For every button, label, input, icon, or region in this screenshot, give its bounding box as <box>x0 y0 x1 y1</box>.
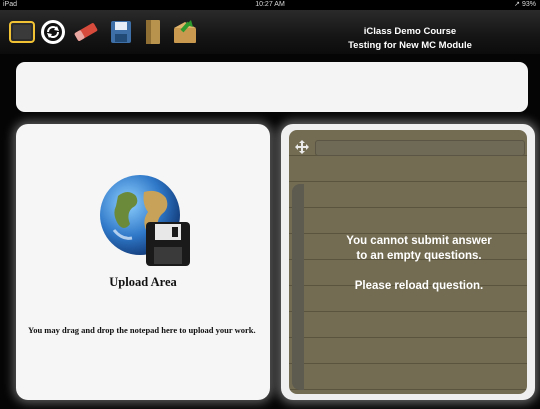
folder-icon <box>146 20 160 44</box>
top-toolbar: iClass Demo Course Testing for New MC Mo… <box>0 10 540 54</box>
battery-percent: 93% <box>521 1 536 8</box>
eraser-button[interactable] <box>73 18 99 46</box>
notepad[interactable]: You cannot submit answer to an empty que… <box>289 130 527 394</box>
eraser-icon <box>74 23 98 41</box>
status-time: 10:27 AM <box>255 1 285 8</box>
battery-indicator: ↗ 93% <box>514 1 536 8</box>
course-title: iClass Demo Course <box>363 26 457 37</box>
submit-icon <box>174 20 196 43</box>
notepad-panel: You cannot submit answer to an empty que… <box>281 124 535 400</box>
refresh-icon <box>41 20 65 44</box>
upload-area-title: Upload Area <box>109 275 177 289</box>
error-message-line2: to an empty questions. <box>356 250 482 262</box>
upload-instructions: You may drag and drop the notepad here t… <box>28 325 256 335</box>
status-bar: iPad 10:27 AM ↗ 93% <box>0 0 540 10</box>
notepad-button[interactable] <box>9 18 35 46</box>
reload-message: Please reload question. <box>354 280 484 292</box>
error-message-line1: You cannot submit answer <box>346 235 492 247</box>
submit-button[interactable] <box>172 18 198 46</box>
notepad-icon <box>9 21 35 43</box>
folder-button[interactable] <box>140 18 166 46</box>
save-icon <box>111 21 131 43</box>
module-title: Testing for New MC Module <box>348 40 472 51</box>
notepad-tab <box>315 140 525 156</box>
question-header-panel <box>16 62 528 112</box>
globe-save-icon <box>100 175 190 266</box>
save-button[interactable] <box>108 18 134 46</box>
notepad-spine <box>292 184 304 390</box>
refresh-button[interactable] <box>40 18 66 46</box>
upload-area-panel[interactable]: Upload Area You may drag and drop the no… <box>16 124 270 400</box>
move-handle-icon[interactable] <box>295 140 309 154</box>
